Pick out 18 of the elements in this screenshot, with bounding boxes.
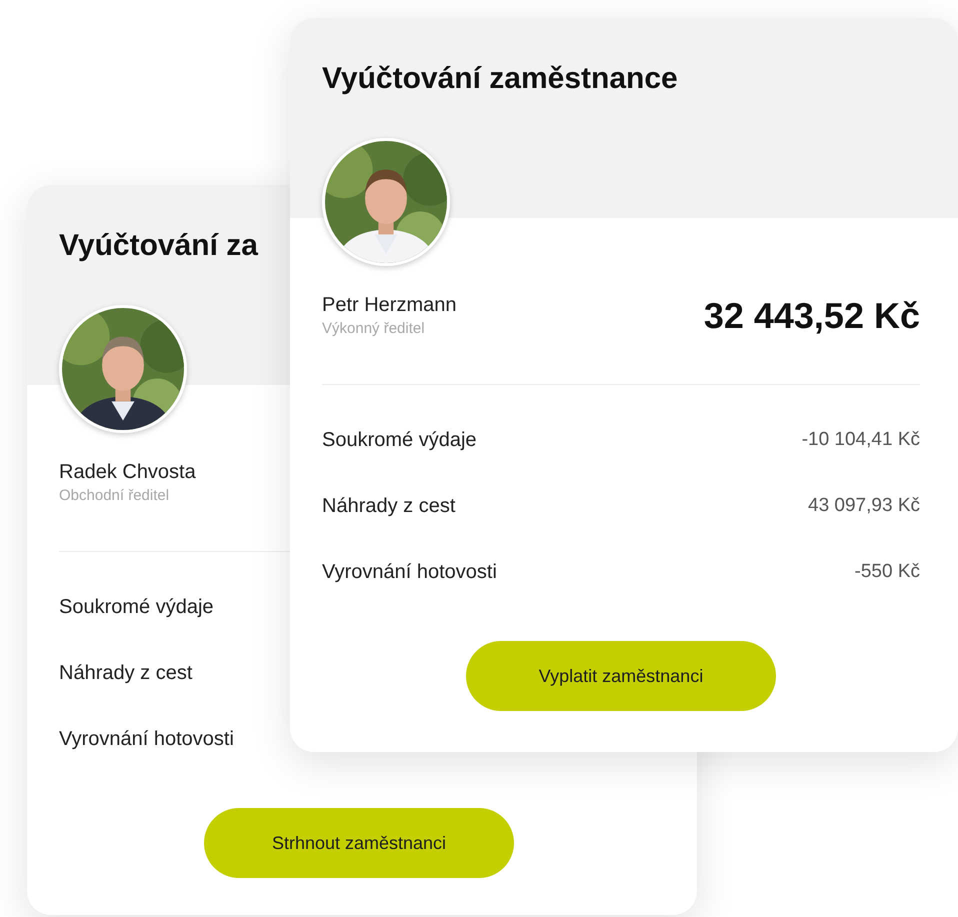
row-label: Soukromé výdaje bbox=[322, 428, 477, 453]
card-title: Vyúčtování za bbox=[59, 228, 260, 264]
total-amount: 32 443,52 Kč bbox=[704, 294, 920, 338]
row-label: Soukromé výdaje bbox=[59, 595, 214, 620]
employee-role: Obchodní ředitel bbox=[59, 486, 170, 506]
row-amount: -550 Kč bbox=[854, 560, 920, 584]
employee-name: Petr Herzmann bbox=[322, 293, 456, 318]
row-label: Náhrady z cest bbox=[322, 494, 456, 519]
row-label: Náhrady z cest bbox=[59, 661, 192, 686]
row-amount: -10 104,41 Kč bbox=[802, 428, 920, 452]
action-button[interactable]: Strhnout zaměstnanci bbox=[204, 808, 514, 878]
employee-name: Radek Chvosta bbox=[59, 460, 196, 485]
card-title: Vyúčtování zaměstnance bbox=[322, 61, 679, 97]
row-label: Vyrovnání hotovosti bbox=[322, 560, 497, 585]
action-button[interactable]: Vyplatit zaměstnanci bbox=[466, 641, 776, 711]
row-label: Vyrovnání hotovosti bbox=[59, 727, 234, 752]
employee-role: Výkonný ředitel bbox=[322, 319, 426, 339]
row-amount: 43 097,93 Kč bbox=[808, 494, 920, 518]
